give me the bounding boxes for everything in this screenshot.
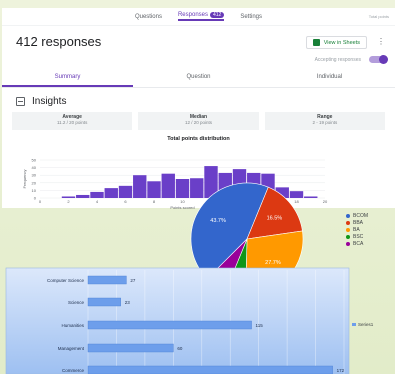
bar-legend: Series1 xyxy=(352,322,373,327)
view-in-sheets-label: View in Sheets xyxy=(323,39,360,46)
histogram-bar xyxy=(289,191,304,198)
tab-individual[interactable]: Individual xyxy=(264,72,395,87)
histogram-bar xyxy=(275,187,289,198)
histogram-y-tick: 40 xyxy=(32,165,37,170)
histogram-y-tick: 30 xyxy=(32,173,37,178)
histogram-x-tick: 20 xyxy=(323,199,328,204)
sheets-icon xyxy=(312,39,320,46)
histogram-y-tick: 20 xyxy=(32,180,37,185)
stat-average: Average 11.2 / 20 points xyxy=(12,112,133,130)
histogram-x-tick: 14 xyxy=(237,199,242,204)
points-histogram: 0 10 20 30 40 50 0 2 4 6 8 10 12 14 16 18 20 Points score… xyxy=(22,158,328,210)
histogram-x-tick: 10 xyxy=(180,199,185,204)
histogram-bar xyxy=(147,181,161,198)
responses-header: 412 responses View in Sheets ⋮ Accepting… xyxy=(2,26,395,72)
histogram-y-label: Frequency xyxy=(22,170,27,189)
histogram-x-tick: 2 xyxy=(67,199,70,204)
histogram-x-tick: 8 xyxy=(153,199,156,204)
stat-average-value: 11.2 / 20 points xyxy=(56,120,88,125)
view-in-sheets-button[interactable]: View in Sheets xyxy=(305,36,367,49)
stat-range: Range 2 - 19 points xyxy=(264,112,385,130)
tab-question[interactable]: Question xyxy=(133,72,264,87)
histogram-bar xyxy=(304,196,318,198)
histogram-x-tick: 12 xyxy=(209,199,214,204)
pie-legend-swatch xyxy=(346,220,350,225)
histogram-bar xyxy=(61,196,76,198)
histogram-y-tick: 0 xyxy=(34,196,37,201)
histogram-bar xyxy=(247,172,261,198)
pie-legend: BCOM BBA BA BSC BCA xyxy=(346,212,368,247)
histogram-title: Total points distribution xyxy=(167,136,230,142)
histogram-bar xyxy=(218,172,232,198)
stats-row: Average 11.2 / 20 points Median 12 / 20 … xyxy=(2,112,395,130)
insights-icon xyxy=(16,97,25,106)
histogram-x-label: Points scored xyxy=(170,205,194,210)
responses-count-badge: 412 xyxy=(210,12,225,18)
histogram-bar xyxy=(104,188,118,198)
more-options-icon[interactable]: ⋮ xyxy=(377,37,385,46)
accepting-responses-label: Accepting responses xyxy=(314,57,361,63)
stat-median-value: 12 / 20 points xyxy=(184,120,212,125)
histogram-bar xyxy=(90,191,104,198)
tab-settings[interactable]: Settings xyxy=(240,14,262,20)
histogram-bar xyxy=(204,166,218,198)
stat-range-value: 2 - 19 points xyxy=(312,120,338,125)
pie-legend-item: BSC xyxy=(346,233,368,240)
pie-legend-label: BCOM xyxy=(353,212,368,219)
series1-legend-label: Series1 xyxy=(358,322,374,327)
tab-summary[interactable]: Summary xyxy=(2,72,133,87)
histogram-bar xyxy=(133,175,147,198)
histogram-bar xyxy=(161,173,175,198)
histogram-x-tick: 18 xyxy=(294,199,299,204)
pie-legend-item: BBA xyxy=(346,219,368,226)
pie-legend-item: BA xyxy=(346,226,368,233)
total-points-label: Total points xyxy=(368,14,389,19)
tab-responses-label: Responses xyxy=(177,12,208,18)
histogram-bar xyxy=(261,173,275,198)
top-navigation: Questions Responses 412 Settings Total po… xyxy=(2,8,395,26)
pie-legend-swatch xyxy=(346,234,350,239)
histogram-y-tick: 50 xyxy=(32,158,37,163)
response-view-tabs: Summary Question Individual xyxy=(2,72,395,88)
pie-legend-label: BCA xyxy=(353,240,364,247)
histogram-x-tick: 6 xyxy=(124,199,127,204)
pie-legend-label: BSC xyxy=(353,233,364,240)
pie-legend-swatch xyxy=(346,227,350,232)
page-title: 412 responses xyxy=(16,34,102,49)
pie-legend-label: BBA xyxy=(353,219,364,226)
histogram-bar xyxy=(175,179,190,198)
histogram-x-tick: 4 xyxy=(96,199,99,204)
stat-median: Median 12 / 20 points xyxy=(138,112,259,130)
histogram-bar xyxy=(118,185,133,198)
histogram-x-tick: 16 xyxy=(266,199,271,204)
accepting-responses-toggle[interactable] xyxy=(369,55,388,64)
tab-responses[interactable]: Responses 412 xyxy=(177,12,225,21)
insights-label: Insights xyxy=(32,96,67,107)
tab-questions[interactable]: Questions xyxy=(135,14,162,20)
histogram-bar xyxy=(190,178,204,198)
series1-swatch xyxy=(352,323,356,326)
pie-legend-swatch xyxy=(346,241,350,246)
pie-legend-label: BA xyxy=(353,226,360,233)
pie-legend-item: BCOM xyxy=(346,212,368,219)
pie-legend-swatch xyxy=(346,213,350,218)
histogram-bar xyxy=(76,194,90,198)
histogram-bar xyxy=(232,169,247,198)
insights-heading: Insights xyxy=(2,88,395,112)
histogram-x-tick: 0 xyxy=(39,199,42,204)
histogram-y-tick: 10 xyxy=(32,188,37,193)
pie-legend-item: BCA xyxy=(346,240,368,247)
